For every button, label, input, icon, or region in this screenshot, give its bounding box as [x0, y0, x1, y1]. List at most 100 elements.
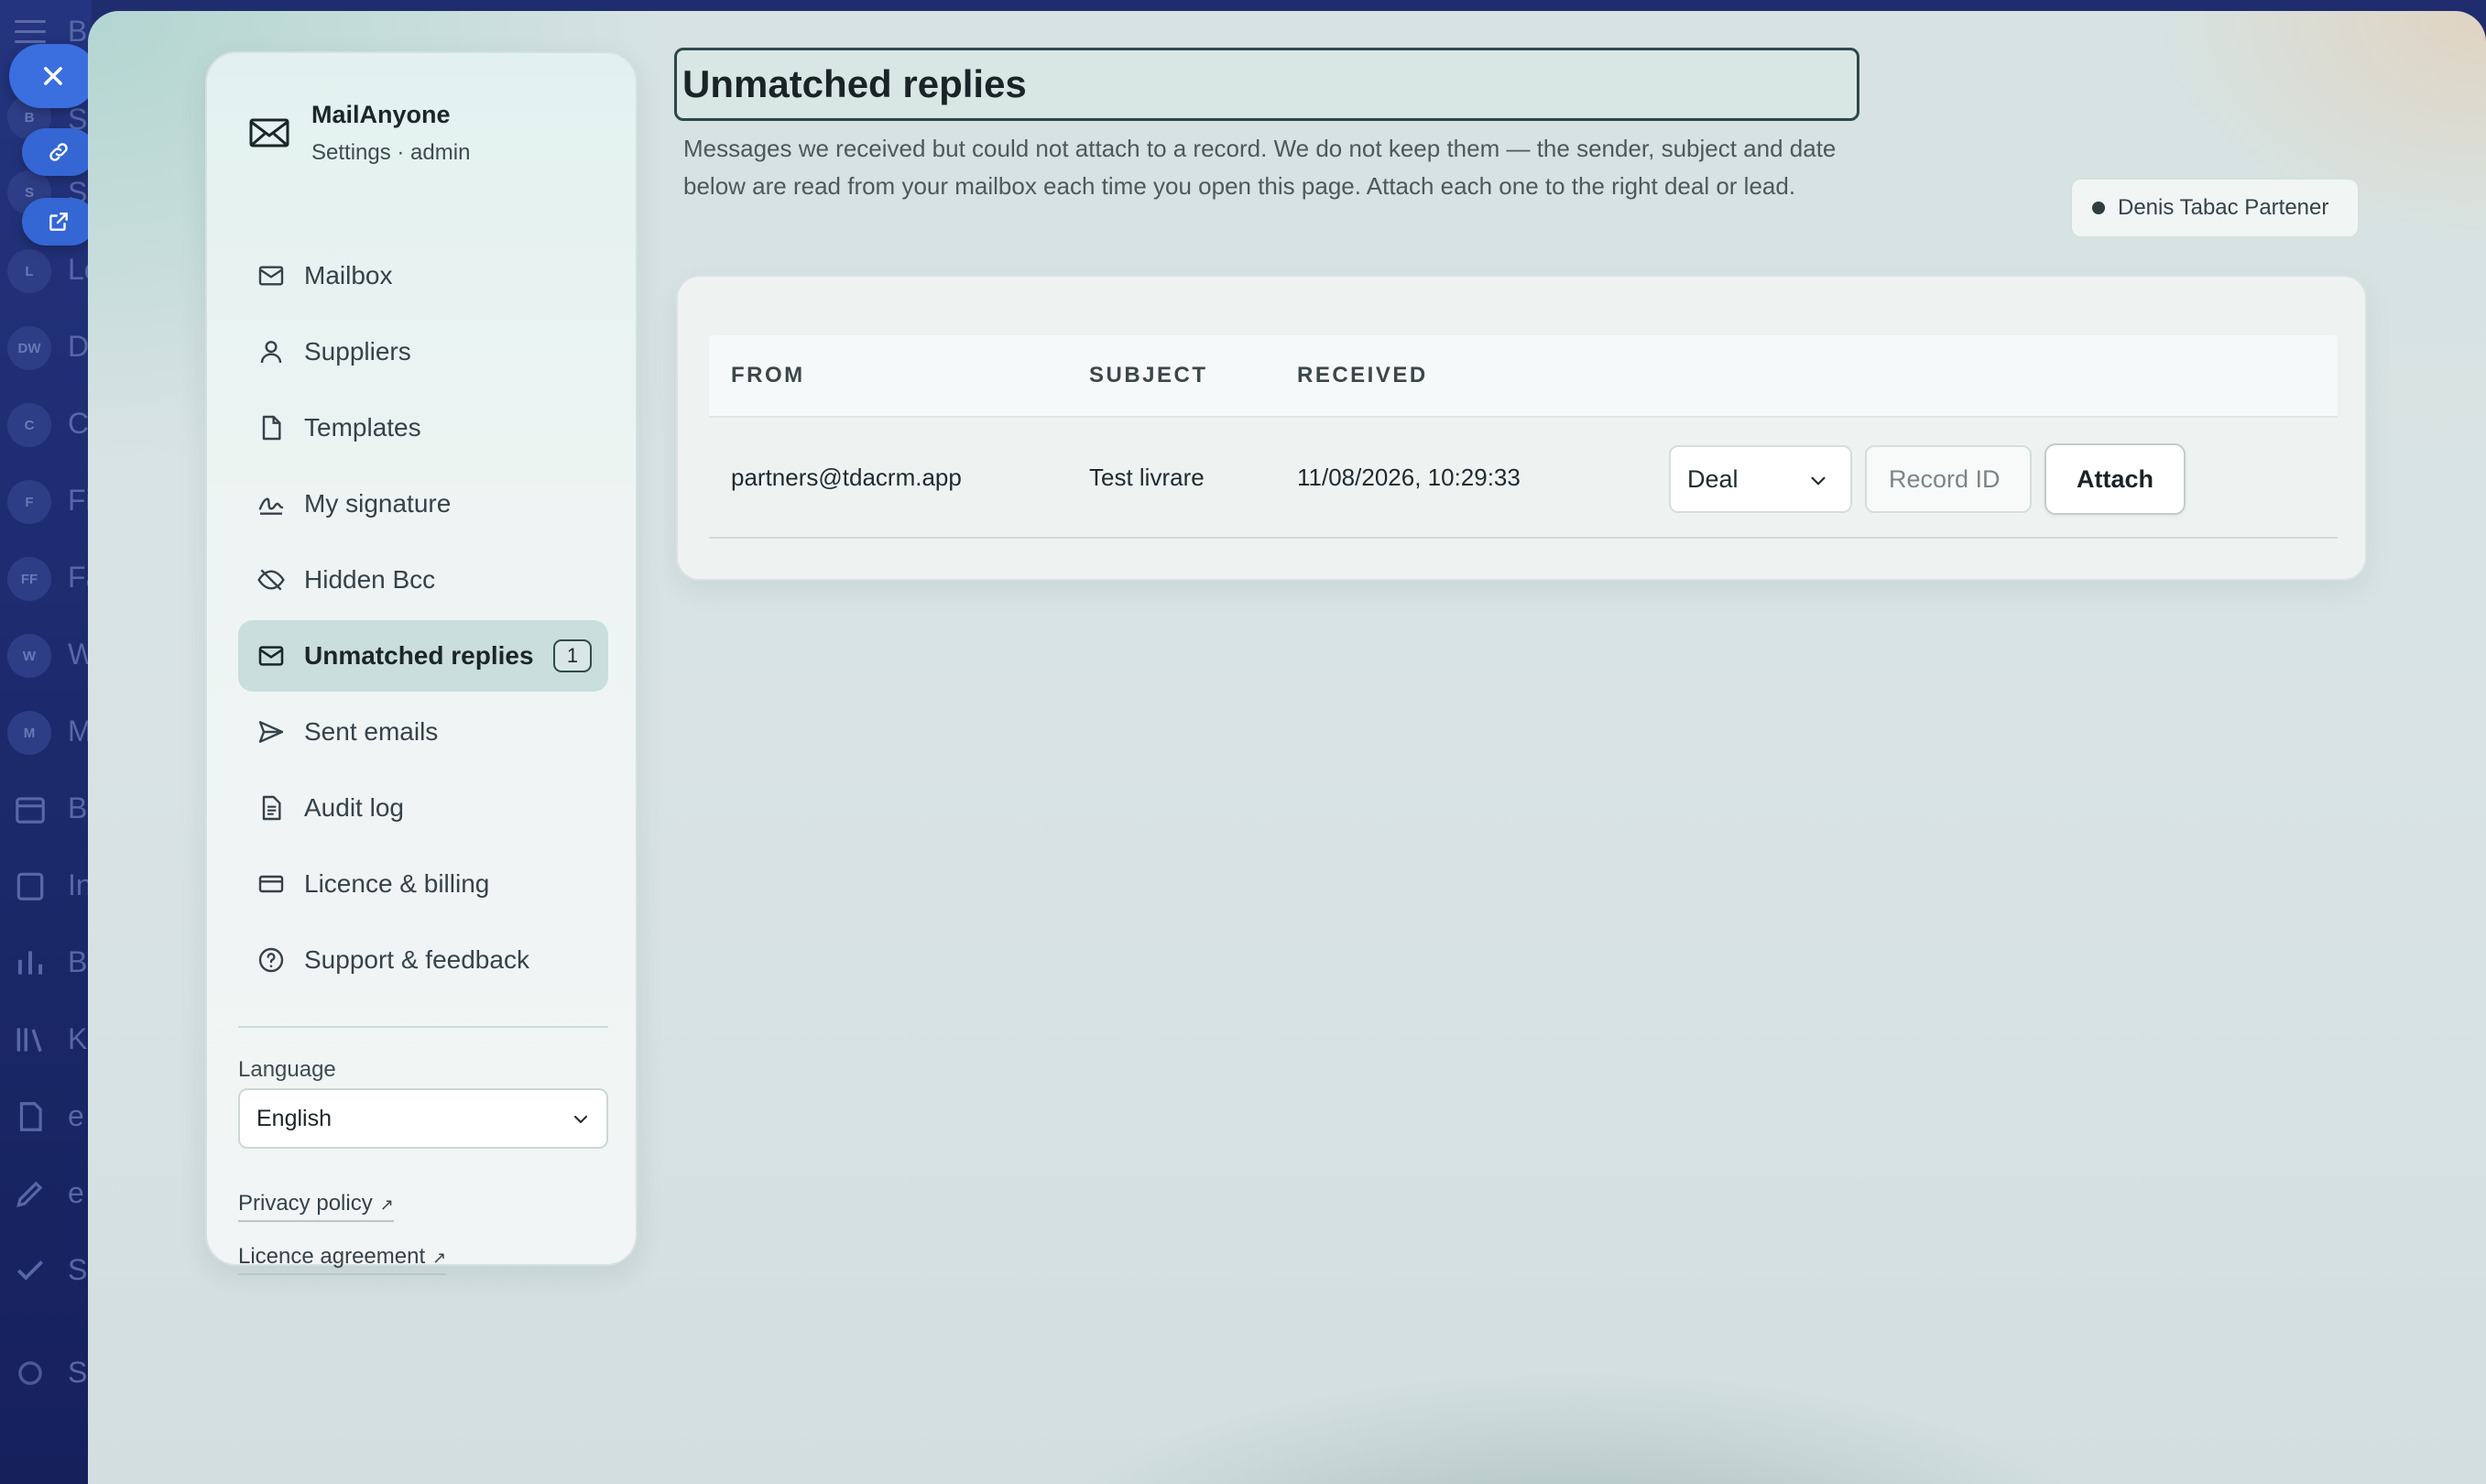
- nav-label: Sent emails: [304, 717, 439, 746]
- page-title: Unmatched replies: [674, 48, 1859, 121]
- nav-label: Hidden Bcc: [304, 565, 436, 594]
- cell-subject: Test livrare: [1089, 464, 1205, 491]
- external-link-icon: [49, 213, 68, 231]
- rail-label: B: [68, 791, 88, 824]
- log-icon: [262, 795, 281, 821]
- external-arrow-icon: ↗: [379, 1195, 394, 1214]
- unmatched-replies-card: FROM SUBJECT RECEIVED partners@tdacrm.ap…: [676, 275, 2367, 581]
- chevron-down-icon: [574, 1116, 587, 1124]
- close-icon: [44, 67, 62, 85]
- link-icon: [49, 143, 68, 161]
- envelope-logo-icon: [249, 118, 289, 147]
- rail-avatar[interactable]: F: [7, 480, 51, 524]
- table-row: partners@tdacrm.app Test livrare 11/08/2…: [709, 420, 2338, 539]
- user-chip[interactable]: Denis Tabac Partener: [2070, 178, 2360, 238]
- check-icon[interactable]: [13, 1253, 48, 1288]
- nav-item-mailbox[interactable]: Mailbox: [238, 240, 608, 311]
- rail-label: B: [68, 945, 88, 978]
- nav-label: Suppliers: [304, 337, 411, 366]
- nav-item-unmatched-replies[interactable]: Unmatched replies 1: [238, 620, 608, 692]
- privacy-policy-label: Privacy policy: [238, 1191, 373, 1216]
- signature-icon: [258, 497, 284, 515]
- rail-avatar[interactable]: M: [7, 711, 51, 755]
- send-icon: [258, 721, 284, 743]
- nav-item-licence-billing[interactable]: Licence & billing: [238, 848, 608, 920]
- attach-button[interactable]: Attach: [2044, 443, 2186, 515]
- licence-agreement-label: Licence agreement: [238, 1244, 426, 1269]
- hamburger-icon[interactable]: [15, 20, 46, 44]
- rail-label: D: [68, 330, 90, 363]
- bar-chart-icon[interactable]: [13, 945, 48, 980]
- brand-subtitle: Settings · admin: [311, 140, 471, 165]
- unmatched-count-badge: 1: [553, 639, 592, 672]
- nav-item-suppliers[interactable]: Suppliers: [238, 316, 608, 387]
- nav-item-hidden-bcc[interactable]: Hidden Bcc: [238, 544, 608, 616]
- column-header-received: RECEIVED: [1297, 363, 1428, 387]
- nav-item-sent-emails[interactable]: Sent emails: [238, 696, 608, 768]
- sidebar-divider: [238, 1026, 608, 1028]
- nav-label: Templates: [304, 413, 421, 442]
- language-select[interactable]: English: [238, 1088, 608, 1149]
- rail-avatar[interactable]: W: [7, 634, 51, 678]
- open-external-button[interactable]: [22, 198, 95, 246]
- nav-item-my-signature[interactable]: My signature: [238, 468, 608, 540]
- settings-overlay: MailAnyone Settings · admin Mailbox Supp…: [88, 11, 2486, 1484]
- language-value: English: [256, 1105, 332, 1131]
- nav-label: Licence & billing: [304, 869, 490, 898]
- page-description: Messages we received but could not attac…: [683, 135, 1837, 200]
- rail-label: e: [68, 1176, 84, 1209]
- building-icon[interactable]: [13, 868, 48, 903]
- record-type-select[interactable]: Deal: [1669, 445, 1852, 513]
- nav-item-support-feedback[interactable]: Support & feedback: [238, 924, 608, 996]
- external-arrow-icon: ↗: [432, 1249, 447, 1267]
- nav-label: My signature: [304, 489, 452, 518]
- rail-label: e: [68, 1099, 84, 1132]
- eye-off-icon: [257, 569, 285, 591]
- rail-avatar[interactable]: DW: [7, 326, 51, 370]
- record-type-value: Deal: [1687, 464, 1739, 493]
- chevron-down-icon: [1811, 476, 1826, 486]
- card-icon: [258, 875, 284, 893]
- record-id-input[interactable]: Record ID: [1865, 445, 2032, 513]
- rail-label: S: [68, 1356, 88, 1389]
- nav-label: Unmatched replies: [304, 641, 534, 670]
- column-header-subject: SUBJECT: [1089, 363, 1208, 387]
- help-icon: [258, 947, 284, 973]
- licence-agreement-link[interactable]: Licence agreement ↗: [238, 1244, 447, 1275]
- nav-label: Mailbox: [304, 261, 393, 289]
- rail-avatar[interactable]: L: [7, 249, 51, 293]
- nav-label: Support & feedback: [304, 945, 529, 974]
- settings-nav: Mailbox Suppliers Templates My signature…: [238, 240, 608, 1000]
- user-name: Denis Tabac Partener: [2118, 195, 2329, 220]
- settings-icon[interactable]: [13, 1356, 48, 1391]
- cell-received: 11/08/2026, 10:29:33: [1297, 464, 1521, 491]
- brand-name: MailAnyone: [311, 101, 451, 128]
- calendar-icon[interactable]: [13, 791, 48, 826]
- person-icon: [260, 341, 282, 364]
- cell-from: partners@tdacrm.app: [731, 464, 962, 491]
- nav-item-audit-log[interactable]: Audit log: [238, 772, 608, 844]
- nav-label: Audit log: [304, 793, 404, 822]
- status-dot-icon: [2092, 202, 2105, 214]
- language-label: Language: [238, 1057, 336, 1082]
- close-button[interactable]: [9, 44, 97, 108]
- document-icon: [262, 415, 281, 441]
- settings-sidebar: MailAnyone Settings · admin Mailbox Supp…: [205, 51, 638, 1275]
- copy-link-button[interactable]: [22, 128, 95, 176]
- rail-label: K: [68, 1022, 88, 1055]
- library-icon[interactable]: [13, 1022, 48, 1057]
- table-header: FROM SUBJECT RECEIVED: [709, 335, 2338, 418]
- rail-label: C: [68, 407, 90, 440]
- privacy-policy-link[interactable]: Privacy policy ↗: [238, 1191, 394, 1222]
- pen-icon[interactable]: [13, 1176, 48, 1211]
- rail-label: B: [68, 15, 88, 48]
- edit-doc-icon[interactable]: [13, 1099, 48, 1134]
- mail-icon: [258, 646, 284, 666]
- rail-avatar[interactable]: C: [7, 403, 51, 447]
- brand-header: MailAnyone Settings · admin: [247, 97, 470, 170]
- rail-label: S: [68, 1253, 88, 1286]
- nav-item-templates[interactable]: Templates: [238, 392, 608, 464]
- rail-avatar[interactable]: FF: [7, 557, 51, 601]
- mail-icon: [258, 266, 284, 286]
- column-header-from: FROM: [731, 363, 805, 387]
